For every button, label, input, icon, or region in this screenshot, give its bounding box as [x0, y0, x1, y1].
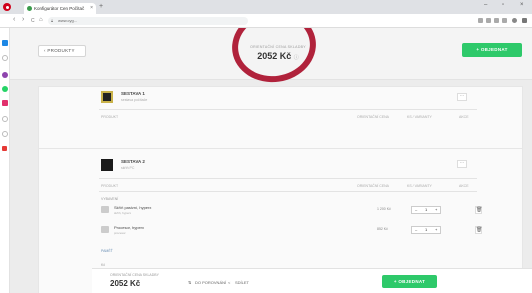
column-header: ORIENTAČNÍ CENA	[357, 184, 390, 188]
card-title: SESTAVA 2	[121, 159, 145, 164]
configurator-page: ‹ PRODUKTY ORIENTAČNÍ CENA SKLADBY 2052 …	[10, 28, 532, 293]
item-subtitle: procesor	[114, 231, 126, 235]
browser-tab[interactable]: Konfigurátor Cen Počítač ×	[24, 3, 96, 14]
new-tab-button[interactable]: +	[99, 3, 103, 10]
delete-icon[interactable]: 🗑︎	[475, 206, 482, 214]
url-text: www.cyg...	[58, 18, 78, 23]
share-button[interactable]: SDÍLET	[235, 280, 249, 285]
column-header: ORIENTAČNÍ CENA	[357, 115, 390, 119]
quantity-value: 1	[425, 207, 428, 212]
sidebar-instagram-icon[interactable]	[2, 100, 8, 106]
tab-close-icon[interactable]: ×	[90, 3, 93, 14]
component-icon	[101, 226, 109, 233]
quantity-stepper[interactable]: – 1 +	[411, 226, 441, 234]
quantity-value: 1	[425, 227, 428, 232]
browser-logo-icon	[3, 3, 11, 11]
item-price: 1 200 Kč	[377, 207, 391, 211]
price-label: ORIENTAČNÍ CENA SKLADBY	[110, 273, 159, 277]
build-thumbnail	[101, 91, 113, 103]
item-title: Skříň pasivní, hyperx	[114, 205, 152, 210]
column-header: KS / VARIANTY	[407, 115, 432, 119]
build-thumbnail	[101, 159, 113, 171]
item-price: Kč	[101, 263, 106, 267]
sidebar-history-icon[interactable]	[2, 116, 8, 122]
column-header: PRODUKT	[101, 115, 119, 119]
increment-icon[interactable]: +	[435, 207, 437, 213]
card-title: SESTAVA 1	[121, 91, 145, 96]
sidebar-whatsapp-icon[interactable]	[2, 86, 8, 92]
home-button[interactable]: ⌂	[39, 17, 43, 23]
sticky-summary-bar: ORIENTAČNÍ CENA SKLADBY 2052 Kč ⇅ DO POR…	[92, 268, 532, 293]
compare-icon[interactable]: ⇅	[188, 280, 191, 285]
sidebar-settings-icon[interactable]	[2, 131, 8, 137]
quantity-stepper[interactable]: – 1 +	[411, 206, 441, 214]
back-to-products-button[interactable]: ‹ PRODUKTY	[38, 45, 86, 57]
item-title: Procesor, hyperx	[114, 225, 145, 230]
menu-icon[interactable]	[522, 18, 527, 23]
divider	[99, 178, 477, 179]
sidebar-extension-icon[interactable]	[2, 146, 7, 151]
decrement-icon[interactable]: –	[415, 227, 417, 233]
section-label: VYBAVENÍ	[101, 197, 119, 201]
component-icon	[101, 206, 109, 213]
decrement-icon[interactable]: –	[415, 207, 417, 213]
extension-icon[interactable]	[494, 18, 499, 23]
forward-nav-button[interactable]: ›	[22, 16, 24, 23]
extension-icon[interactable]	[486, 18, 491, 23]
sidebar-messenger-icon[interactable]	[2, 72, 8, 78]
column-header: AKCE	[459, 115, 469, 119]
profile-icon[interactable]	[512, 18, 517, 23]
divider	[99, 191, 477, 192]
column-header: KS / VARIANTY	[407, 184, 432, 188]
address-bar: ‹ › C ⌂ 🔒︎ www.cyg...	[0, 14, 532, 28]
reload-button[interactable]: C	[31, 18, 35, 24]
extension-icon[interactable]	[502, 18, 507, 23]
card-subtitle: skříň PC	[121, 166, 135, 170]
order-button[interactable]: + OBJEDNAT	[462, 43, 522, 57]
build-card: SESTAVA 1 sestava počítače ··· PRODUKT O…	[38, 86, 523, 154]
card-menu-button[interactable]: ···	[457, 93, 467, 101]
order-button[interactable]: + OBJEDNAT	[382, 275, 437, 288]
card-subtitle: sestava počítače	[121, 98, 148, 102]
sidebar-search-icon[interactable]	[2, 55, 8, 61]
minimize-button[interactable]: –	[484, 2, 487, 8]
maximize-button[interactable]: ▫	[502, 2, 504, 8]
share-icon[interactable]: <	[228, 280, 230, 285]
section-label: PAMĚŤ	[101, 249, 113, 253]
extension-icon[interactable]	[478, 18, 483, 23]
compare-button[interactable]: DO POROVNÁNÍ	[195, 280, 226, 285]
tab-favicon-icon	[27, 6, 32, 11]
tab-title: Konfigurátor Cen Počítač	[34, 6, 85, 11]
close-window-button[interactable]: ×	[520, 2, 524, 8]
item-subtitle: skříň, hyperx	[114, 211, 132, 215]
back-nav-button[interactable]: ‹	[13, 16, 15, 23]
divider	[99, 109, 477, 110]
url-field[interactable]: 🔒︎ www.cyg...	[48, 17, 248, 25]
browser-sidebar	[0, 28, 10, 293]
sidebar-app-icon[interactable]	[2, 40, 8, 46]
item-price: 852 Kč	[377, 227, 388, 231]
card-menu-button[interactable]: ···	[457, 160, 467, 168]
browser-tab-bar: Konfigurátor Cen Počítač × + – ▫ ×	[0, 0, 532, 14]
total-price-value: 2052 Kč	[110, 279, 141, 288]
column-header: AKCE	[459, 184, 469, 188]
column-header: PRODUKT	[101, 184, 119, 188]
increment-icon[interactable]: +	[435, 227, 437, 233]
lock-icon: 🔒︎	[51, 18, 54, 23]
delete-icon[interactable]: 🗑︎	[475, 226, 482, 234]
